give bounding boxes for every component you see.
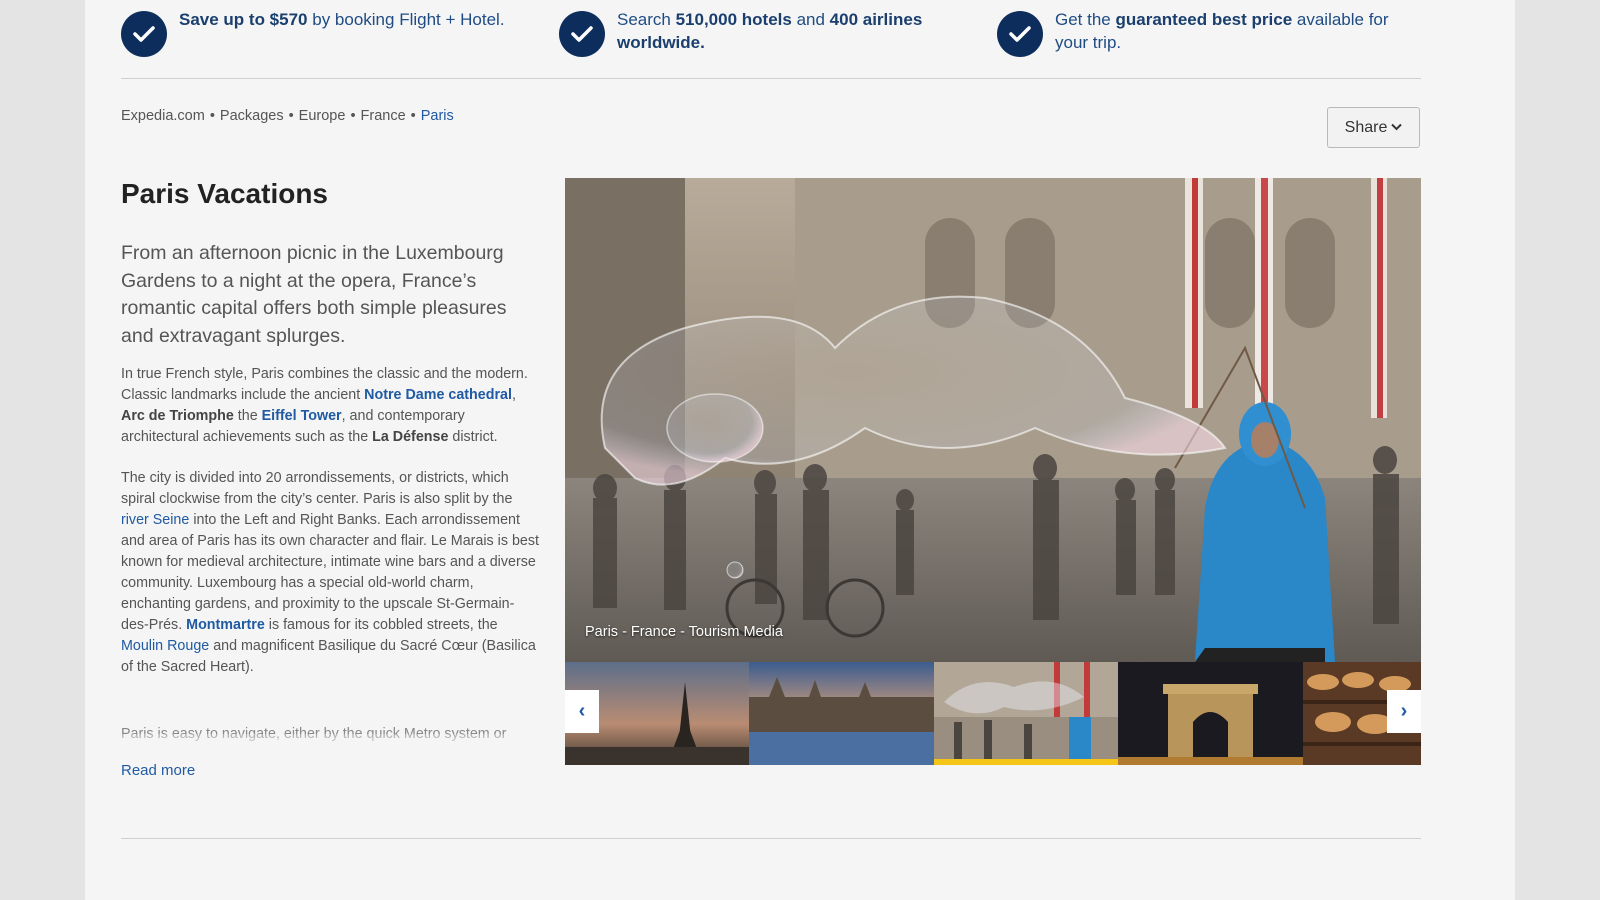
breadcrumb-separator: • (288, 108, 294, 124)
inline-link[interactable]: Notre Dame cathedral (364, 387, 512, 403)
feature-text: Get the guaranteed best price available … (1055, 8, 1415, 54)
description-paragraph: The city is divided into 20 arrondisseme… (121, 468, 541, 678)
checkmark-icon (559, 11, 605, 57)
breadcrumb-item-expedia[interactable]: Expedia.com (121, 108, 205, 124)
bold-text: La Défense (372, 429, 449, 445)
feature-text-run: Save up to $570 (179, 10, 308, 29)
thumbnail-strip (565, 662, 1421, 765)
chevron-right-icon: › (1400, 700, 1408, 722)
checkmark-icon (121, 11, 167, 57)
breadcrumb-item-france[interactable]: France (361, 108, 406, 124)
chevron-left-icon: ‹ (578, 700, 586, 722)
inline-link[interactable]: Moulin Rouge (121, 638, 209, 654)
body-text: the (233, 408, 262, 424)
thumb-bubble-performer[interactable] (934, 662, 1118, 765)
feature-text-run: guaranteed best price (1115, 10, 1293, 29)
gallery-caption: Paris - France - Tourism Media (585, 624, 783, 640)
body-text: into the Left and Right Banks. Each arro… (121, 512, 539, 633)
divider-bottom (121, 838, 1421, 839)
breadcrumb-item-packages[interactable]: Packages (220, 108, 284, 124)
page-container: Save up to $570 by booking Flight + Hote… (85, 0, 1515, 900)
read-more-link[interactable]: Read more (121, 762, 195, 779)
bold-text: Arc de Triomphe (121, 408, 234, 424)
share-button[interactable]: Share (1327, 107, 1420, 148)
feature-flight-hotel: Save up to $570 by booking Flight + Hote… (121, 8, 539, 57)
description-body: In true French style, Paris combines the… (121, 364, 541, 698)
breadcrumb-item-paris[interactable]: Paris (421, 108, 454, 124)
breadcrumb-separator: • (350, 108, 356, 124)
gallery-prev-button[interactable]: ‹ (565, 690, 599, 733)
paris-street-photo (565, 178, 1421, 662)
chevron-down-icon (1391, 122, 1403, 134)
checkmark-icon (997, 11, 1043, 57)
feature-text-run: Search (617, 10, 676, 29)
divider-top (121, 78, 1421, 79)
truncated-text: Paris is easy to navigate, either by the… (121, 726, 507, 742)
body-text: , (511, 387, 516, 403)
feature-text: Save up to $570 by booking Flight + Hote… (179, 8, 539, 31)
breadcrumb-separator: • (410, 108, 416, 124)
feature-text-run: Get the (1055, 10, 1116, 29)
feature-text-run: and (791, 10, 830, 29)
feature-text: Search 510,000 hotels and 400 airlines w… (617, 8, 977, 54)
feature-best-price: Get the guaranteed best price available … (997, 8, 1415, 57)
description-paragraph-truncated: Paris is easy to navigate, either by the… (121, 724, 541, 760)
gallery-next-button[interactable]: › (1387, 690, 1421, 733)
breadcrumb: Expedia.com • Packages • Europe • France • Paris (121, 108, 454, 124)
thumb-arc-de-triomphe[interactable] (1118, 662, 1303, 765)
breadcrumb-item-europe[interactable]: Europe (299, 108, 346, 124)
inline-link[interactable]: river Seine (121, 512, 189, 528)
thumb-seine-conciergerie[interactable] (749, 662, 934, 765)
description-paragraph: In true French style, Paris combines the… (121, 364, 541, 448)
body-text: The city is divided into 20 arrondisseme… (121, 470, 513, 507)
body-text: is famous for its cobbled streets, the (264, 617, 498, 633)
page-title: Paris Vacations (121, 178, 329, 209)
inline-link[interactable]: Eiffel Tower (262, 408, 342, 424)
feature-text-run: 510,000 hotels (675, 10, 792, 29)
feature-strip: Save up to $570 by booking Flight + Hote… (121, 8, 1421, 68)
share-label: Share (1344, 118, 1388, 136)
feature-search-hotels-airlines: Search 510,000 hotels and 400 airlines w… (559, 8, 977, 57)
main-gallery-image[interactable]: Paris - France - Tourism Media (565, 178, 1421, 662)
intro-lead: From an afternoon picnic in the Luxembou… (121, 242, 507, 347)
inline-link[interactable]: Montmartre (186, 617, 265, 633)
feature-text-run: by booking Flight + Hotel. (307, 10, 505, 29)
body-text: district. (448, 429, 498, 445)
breadcrumb-separator: • (209, 108, 215, 124)
